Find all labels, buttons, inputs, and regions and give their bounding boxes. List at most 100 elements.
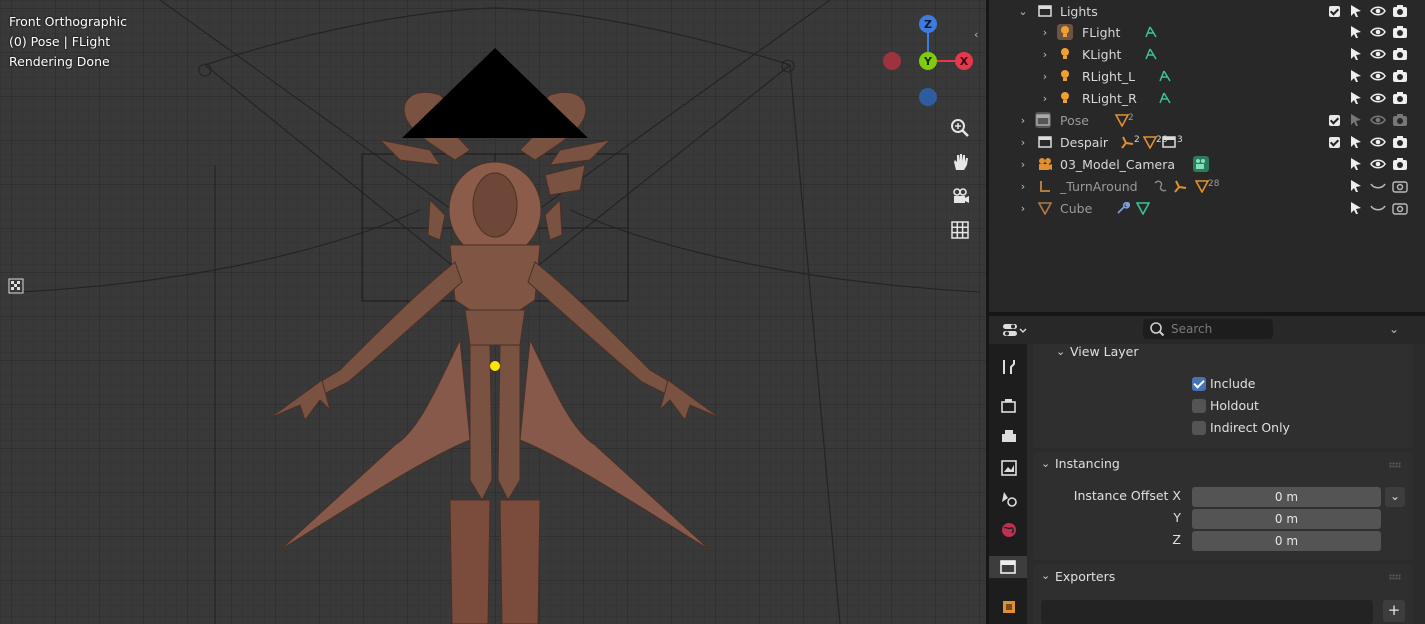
expand-chevron-icon[interactable]: › — [1017, 136, 1029, 149]
hand-pan-icon[interactable] — [947, 149, 973, 175]
instance-offset-x-field[interactable]: 0 m — [1192, 487, 1381, 507]
select-arrow-icon[interactable] — [1348, 156, 1364, 172]
select-arrow-icon[interactable] — [1348, 68, 1364, 84]
collapse-chevron-icon[interactable]: ⌄ — [1017, 5, 1029, 18]
chevron-down-icon[interactable]: ⌄ — [1389, 322, 1399, 336]
outliner: ⌄ Lights › FLight › KLight › RLight_L › … — [989, 0, 1425, 312]
render-camera-icon[interactable] — [1392, 24, 1408, 40]
select-arrow-icon[interactable] — [1348, 178, 1364, 194]
eye-icon[interactable] — [1370, 134, 1386, 150]
exclude-checkbox[interactable] — [1326, 3, 1342, 19]
render-camera-icon[interactable] — [1392, 68, 1408, 84]
collapse-chevron-icon[interactable]: ⌄ — [1056, 345, 1065, 358]
eye-icon[interactable] — [1370, 156, 1386, 172]
offset-dropdown-icon[interactable]: ⌄ — [1385, 487, 1405, 507]
expand-chevron-icon[interactable]: › — [1017, 158, 1029, 171]
outliner-row-rlight-r[interactable]: › RLight_R — [989, 87, 1425, 109]
light-data-icon — [1157, 90, 1173, 106]
select-arrow-icon[interactable] — [1348, 46, 1364, 62]
outliner-row-cube[interactable]: › Cube — [989, 197, 1425, 219]
outliner-label: Pose — [1060, 112, 1089, 128]
outliner-row-klight[interactable]: › KLight — [989, 43, 1425, 65]
outliner-row-flight[interactable]: › FLight — [989, 21, 1425, 43]
drag-grip-icon[interactable] — [1389, 462, 1401, 468]
instance-offset-y-label: Y — [1173, 510, 1181, 525]
expand-chevron-icon[interactable]: › — [1039, 70, 1051, 83]
select-arrow-icon[interactable] — [1348, 112, 1364, 128]
render-camera-icon[interactable] — [1392, 46, 1408, 62]
eye-closed-icon[interactable] — [1370, 200, 1386, 216]
select-arrow-icon[interactable] — [1348, 90, 1364, 106]
add-exporter-button[interactable]: + — [1383, 600, 1405, 622]
grid-ortho-icon[interactable] — [947, 217, 973, 243]
zoom-icon[interactable] — [947, 115, 973, 141]
eye-icon[interactable] — [1370, 90, 1386, 106]
object-tab-icon[interactable] — [998, 596, 1020, 618]
select-arrow-icon[interactable] — [1348, 3, 1364, 19]
exporters-list[interactable] — [1041, 600, 1373, 624]
instance-offset-z-field[interactable]: 0 m — [1192, 531, 1381, 551]
include-checkbox[interactable] — [1192, 377, 1206, 391]
pose-object-text: (0) Pose | FLight — [9, 34, 111, 49]
eye-icon[interactable] — [1370, 24, 1386, 40]
drag-grip-icon[interactable] — [1389, 574, 1401, 580]
view-layer-title: View Layer — [1070, 344, 1139, 359]
exclude-checkbox[interactable] — [1326, 134, 1342, 150]
expand-chevron-icon[interactable]: › — [1039, 26, 1051, 39]
render-tab-icon[interactable] — [998, 395, 1020, 417]
indirect-only-checkbox[interactable] — [1192, 421, 1206, 435]
outliner-row-despair[interactable]: › Despair 2 26 3 — [989, 131, 1425, 153]
indirect-only-label: Indirect Only — [1210, 420, 1290, 435]
camera-object-icon — [1037, 156, 1053, 172]
armature-icon — [1119, 134, 1135, 150]
collapse-chevron-icon[interactable]: ⌄ — [1041, 569, 1050, 582]
holdout-checkbox[interactable] — [1192, 399, 1206, 413]
expand-chevron-icon[interactable]: › — [1017, 114, 1029, 127]
light-icon — [1057, 46, 1073, 62]
eye-icon[interactable] — [1370, 112, 1386, 128]
outliner-row-turnaround[interactable]: › _TurnAround 28 — [989, 175, 1425, 197]
eye-icon[interactable] — [1370, 46, 1386, 62]
render-camera-icon[interactable] — [1392, 178, 1408, 194]
outliner-row-camera[interactable]: › 03_Model_Camera — [989, 153, 1425, 175]
editor-type-icon[interactable] — [1001, 321, 1027, 343]
outliner-row-pose[interactable]: › Pose 2 — [989, 109, 1425, 131]
eye-icon[interactable] — [1370, 68, 1386, 84]
tool-tab-icon[interactable] — [998, 356, 1020, 378]
select-arrow-icon[interactable] — [1348, 200, 1364, 216]
render-camera-icon[interactable] — [1392, 134, 1408, 150]
pose-count: 2 — [1128, 113, 1134, 123]
exclude-checkbox[interactable] — [1326, 112, 1342, 128]
scene-tab-icon[interactable] — [998, 488, 1020, 510]
gizmo-x-label: X — [960, 55, 969, 68]
sidebar-toggle-icon[interactable]: ‹ — [974, 28, 978, 41]
properties-search-input[interactable]: Search — [1143, 319, 1273, 339]
expand-chevron-icon[interactable]: › — [1017, 180, 1029, 193]
expand-chevron-icon[interactable]: › — [1039, 92, 1051, 105]
view-layer-tab-icon[interactable] — [998, 457, 1020, 479]
expand-chevron-icon[interactable]: › — [1039, 48, 1051, 61]
collapse-chevron-icon[interactable]: ⌄ — [1041, 457, 1050, 470]
render-status-text: Rendering Done — [9, 54, 110, 69]
outliner-row-lights[interactable]: ⌄ Lights — [989, 0, 1425, 22]
render-camera-icon[interactable] — [1392, 90, 1408, 106]
eye-closed-icon[interactable] — [1370, 178, 1386, 194]
instance-offset-y-field[interactable]: 0 m — [1192, 509, 1381, 529]
output-tab-icon[interactable] — [998, 426, 1020, 448]
render-camera-icon[interactable] — [1392, 200, 1408, 216]
world-tab-icon[interactable] — [998, 519, 1020, 541]
outliner-row-rlight-l[interactable]: › RLight_L — [989, 65, 1425, 87]
checker-icon[interactable] — [8, 278, 24, 294]
render-camera-icon[interactable] — [1392, 112, 1408, 128]
expand-chevron-icon[interactable]: › — [1017, 202, 1029, 215]
collection-tab-icon[interactable] — [989, 556, 1027, 578]
render-camera-icon[interactable] — [1392, 156, 1408, 172]
instancing-title: Instancing — [1055, 456, 1120, 471]
eye-icon[interactable] — [1370, 3, 1386, 19]
select-arrow-icon[interactable] — [1348, 24, 1364, 40]
select-arrow-icon[interactable] — [1348, 134, 1364, 150]
render-camera-icon[interactable] — [1392, 3, 1408, 19]
mesh-count: 28 — [1208, 179, 1220, 189]
3d-viewport[interactable]: Z Y X Front Orthographic (0) Pose | FLig… — [0, 0, 986, 624]
camera-view-icon[interactable] — [947, 183, 973, 209]
